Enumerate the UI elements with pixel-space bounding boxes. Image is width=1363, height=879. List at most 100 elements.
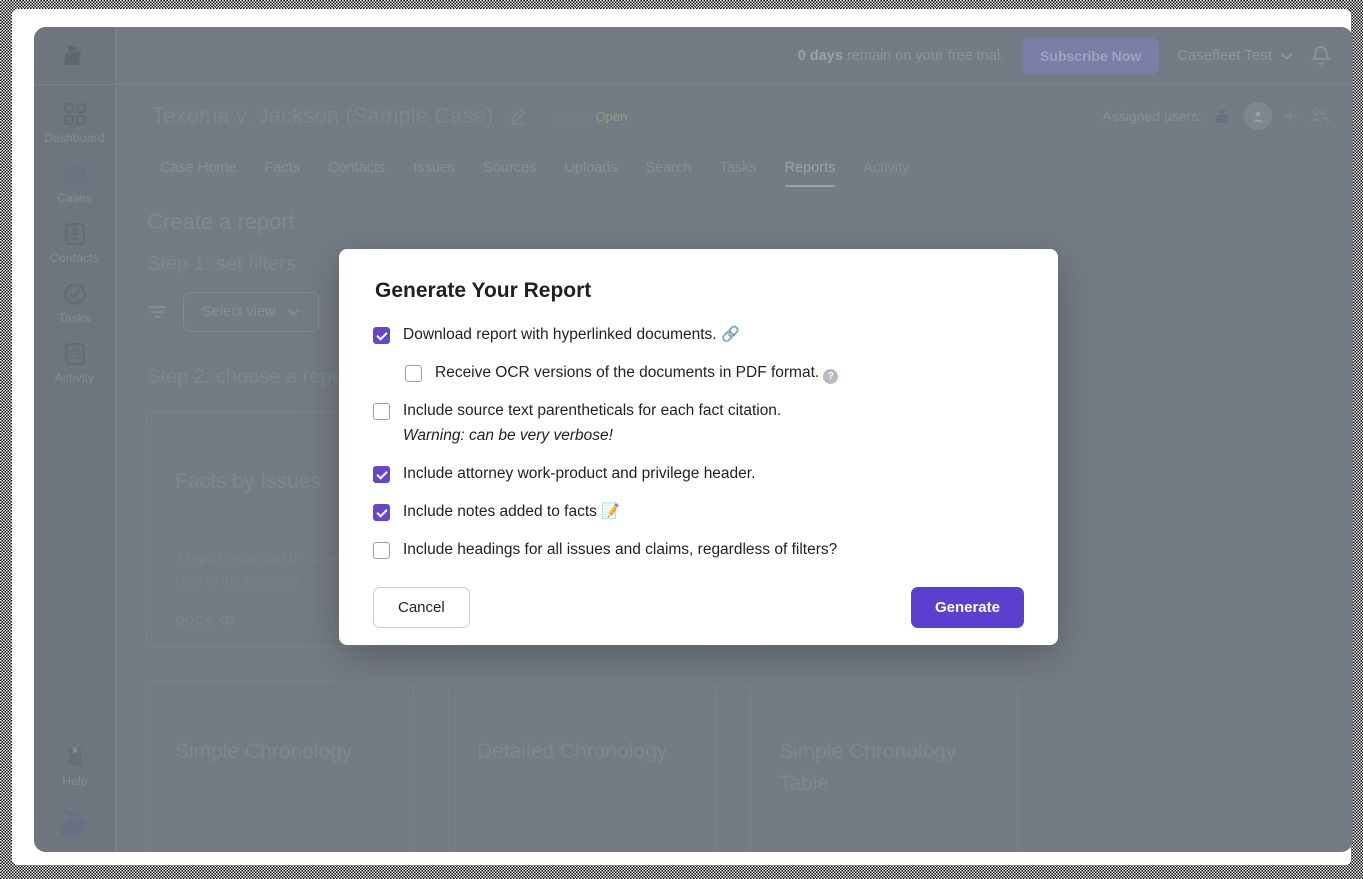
tab-reports[interactable]: Reports (771, 160, 850, 187)
sidebar-item-tasks[interactable]: Tasks (34, 281, 115, 325)
trial-remainder-text: remain on your free trial. (842, 47, 1005, 64)
tab-facts[interactable]: Facts (251, 160, 314, 187)
select-view-label: Select view (202, 304, 276, 320)
app-logo[interactable] (34, 27, 115, 85)
tab-case-home[interactable]: Case Home (146, 160, 251, 187)
option-row-download-hyperlinked: Download report with hyperlinked documen… (373, 325, 1024, 346)
case-status-label: Status: (551, 108, 592, 124)
option-row-ocr-pdf: Receive OCR versions of the documents in… (405, 363, 1024, 384)
trial-status-text: 0 days remain on your free trial. (798, 48, 1004, 64)
generate-button[interactable]: Generate (910, 586, 1024, 628)
sidebar-item-contacts[interactable]: Contacts (34, 221, 115, 265)
checkbox-all-headings[interactable] (373, 541, 390, 559)
help-icon[interactable]: ? (823, 368, 839, 384)
tab-issues[interactable]: Issues (399, 160, 469, 187)
report-card[interactable]: Detailed Chronology A report with all fa… (448, 681, 716, 852)
frame-inner: Dashboard Cases Contacts Tasks Activity … (12, 9, 1353, 865)
contact-card-icon (64, 223, 85, 245)
case-header: Texoma v. Jackson (Sample Case) Status: … (116, 85, 1353, 147)
grid-icon (63, 103, 86, 125)
sidebar-item-help[interactable]: Help (34, 744, 116, 788)
trial-days-count: 0 days (797, 47, 843, 64)
sidebar-item-cases[interactable]: Cases (34, 161, 115, 205)
option-label: Include attorney work-product and privil… (403, 464, 756, 482)
option-row-privilege-header: Include attorney work-product and privil… (373, 464, 1024, 485)
add-user-plus-icon[interactable] (1282, 108, 1299, 125)
tab-activity[interactable]: Activity (849, 160, 923, 187)
option-label: Download report with hyperlinked documen… (403, 325, 740, 346)
memo-emoji-icon: 📝 (601, 502, 620, 520)
page-title: Create a report (147, 209, 295, 234)
tab-uploads[interactable]: Uploads (550, 160, 631, 187)
report-card-format-label: DOCX (175, 613, 213, 628)
briefcase-icon (63, 164, 86, 183)
report-card[interactable]: Simple Chronology Table An editable simp… (750, 681, 1018, 852)
casefleet-avatar-logo-icon[interactable] (1212, 108, 1234, 124)
app-window: Dashboard Cases Contacts Tasks Activity … (34, 27, 1353, 852)
assigned-users: Assigned users: (1102, 102, 1331, 130)
option-warning-text: Warning: can be very verbose! (403, 426, 613, 444)
sidebar-item-activity[interactable]: Activity (34, 341, 115, 385)
option-label: Include headings for all issues and clai… (403, 540, 838, 558)
tab-contacts[interactable]: Contacts (314, 160, 399, 187)
book-icon (68, 747, 82, 766)
sidebar: Dashboard Cases Contacts Tasks Activity … (34, 27, 116, 852)
subscribe-now-button[interactable]: Subscribe Now (1022, 37, 1160, 74)
tab-sources[interactable]: Sources (469, 160, 550, 187)
option-label: Include notes added to facts 📝 (403, 502, 620, 523)
filter-icon[interactable] (147, 303, 167, 321)
assigned-users-label: Assigned users: (1102, 108, 1202, 124)
sidebar-item-label: Dashboard (44, 131, 105, 145)
option-label: Receive OCR versions of the documents in… (435, 363, 839, 384)
case-title: Texoma v. Jackson (Sample Case) (152, 103, 494, 128)
sidebar-item-label: Help (62, 774, 88, 788)
screenshot-frame: Dashboard Cases Contacts Tasks Activity … (0, 0, 1363, 879)
generate-report-modal: Generate Your Report Download report wit… (339, 249, 1058, 645)
case-status: Status: Open (551, 109, 627, 124)
edit-pencil-icon[interactable] (509, 107, 527, 125)
cancel-button[interactable]: Cancel (373, 586, 470, 628)
checkbox-privilege-header[interactable] (373, 465, 390, 483)
sidebar-bottom: Help (34, 728, 116, 852)
modal-actions: Cancel Generate (373, 586, 1024, 628)
modal-title: Generate Your Report (375, 279, 592, 302)
link-emoji-icon: 🔗 (720, 326, 740, 343)
option-label-text: Receive OCR versions of the documents in… (435, 363, 820, 381)
sidebar-item-label: Activity (54, 371, 95, 385)
casefleet-logo-icon (63, 44, 81, 65)
report-card[interactable]: Simple Chronology A simple chronological… (146, 681, 414, 852)
account-name-label: Casefleet Test (1177, 47, 1272, 64)
check-circle-icon (63, 283, 86, 305)
chevron-down-icon (287, 308, 301, 316)
list-icon (64, 343, 85, 365)
option-label-text: Download report with hyperlinked documen… (403, 326, 717, 343)
checkbox-download-hyperlinked[interactable] (373, 327, 390, 344)
option-row-source-parentheticals: Include source text parentheticals for e… (373, 401, 1024, 447)
option-label-text: Include notes added to facts (403, 502, 597, 520)
tab-search[interactable]: Search (632, 160, 706, 187)
select-view-dropdown[interactable]: Select view (183, 292, 320, 332)
case-status-value: Open (595, 108, 628, 124)
report-card-title: Detailed Chronology (477, 740, 668, 763)
checkbox-source-parentheticals[interactable] (373, 402, 390, 420)
report-card-title: Simple Chronology Table (779, 740, 957, 795)
checkbox-include-notes[interactable] (373, 503, 390, 521)
sidebar-item-label: Tasks (58, 311, 91, 325)
chevron-down-icon (1280, 52, 1293, 60)
option-row-all-headings: Include headings for all issues and clai… (373, 540, 1024, 561)
link-icon (219, 616, 234, 625)
avatar[interactable] (1244, 102, 1272, 130)
user-avatar-icon (1252, 111, 1262, 122)
checkbox-ocr-pdf[interactable] (405, 364, 422, 382)
sidebar-item-dashboard[interactable]: Dashboard (34, 101, 115, 145)
account-menu[interactable]: Casefleet Test (1177, 47, 1293, 64)
report-card-format: DOCX (175, 613, 234, 628)
option-label-text: Include source text parentheticals for e… (403, 401, 782, 419)
casefleet-logo-bottom-icon[interactable] (53, 806, 97, 838)
tab-tasks[interactable]: Tasks (706, 160, 771, 187)
manage-users-icon[interactable] (1309, 107, 1331, 125)
top-bar: 0 days remain on your free trial. Subscr… (116, 27, 1353, 85)
option-label: Include source text parentheticals for e… (403, 401, 781, 447)
notifications-bell-icon[interactable] (1311, 45, 1331, 67)
report-card-title: Simple Chronology (175, 740, 353, 763)
